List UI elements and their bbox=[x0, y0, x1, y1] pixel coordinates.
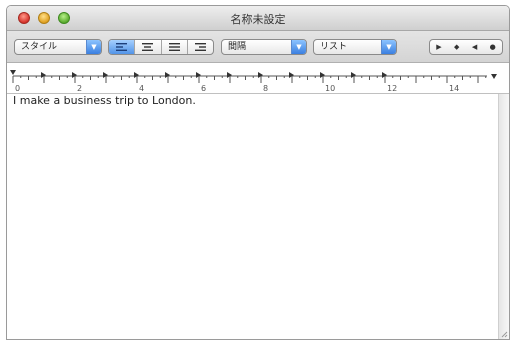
spacing-popup[interactable]: 間隔 ▼ bbox=[221, 39, 307, 55]
format-toolbar: スタイル ▼ 間隔 ▼ リスト ▼ ▶ ◆ ◀ ● bbox=[7, 31, 509, 63]
circle-icon[interactable]: ● bbox=[490, 43, 496, 51]
text-edit-window: 名称未設定 スタイル ▼ 間隔 ▼ リスト ▼ ▶ ◆ ◀ ● 0 2 4 6 … bbox=[6, 5, 510, 340]
list-popup[interactable]: リスト ▼ bbox=[313, 39, 397, 55]
ruler-label: 14 bbox=[449, 84, 459, 93]
title-bar[interactable]: 名称未設定 bbox=[7, 6, 509, 31]
style-popup[interactable]: スタイル ▼ bbox=[14, 39, 102, 55]
align-justify-icon bbox=[168, 43, 180, 51]
style-popup-label: スタイル bbox=[21, 42, 58, 52]
ruler-label: 0 bbox=[15, 84, 20, 93]
align-right-icon bbox=[194, 43, 206, 51]
ruler-label: 12 bbox=[387, 84, 397, 93]
ruler-label: 2 bbox=[77, 84, 82, 93]
ruler-label: 6 bbox=[201, 84, 206, 93]
window-title: 名称未設定 bbox=[230, 13, 286, 26]
ruler-label: 4 bbox=[139, 84, 144, 93]
alignment-control bbox=[108, 39, 214, 55]
ruler-label: 8 bbox=[263, 84, 268, 93]
align-justify-button[interactable] bbox=[162, 40, 188, 54]
tab-stop-buttons: ▶ ◆ ◀ ● bbox=[429, 39, 503, 55]
align-center-icon bbox=[142, 43, 154, 51]
left-indent-marker[interactable] bbox=[10, 70, 16, 75]
vertical-scrollbar[interactable] bbox=[498, 94, 509, 339]
align-left-button[interactable] bbox=[109, 40, 136, 54]
left-triangle-icon[interactable]: ◀ bbox=[472, 43, 477, 51]
document-text: I make a business trip to London. bbox=[13, 94, 196, 107]
align-right-button[interactable] bbox=[188, 40, 213, 54]
list-popup-label: リスト bbox=[320, 42, 348, 52]
right-triangle-icon[interactable]: ▶ bbox=[436, 43, 441, 51]
diamond-icon[interactable]: ◆ bbox=[454, 43, 459, 51]
ruler-label: 10 bbox=[325, 84, 335, 93]
text-area[interactable]: I make a business trip to London. bbox=[7, 94, 498, 339]
ruler-scale: 0 2 4 6 8 10 12 14 bbox=[10, 70, 497, 93]
spacing-popup-label: 間隔 bbox=[228, 42, 247, 52]
right-margin-marker[interactable] bbox=[491, 74, 497, 79]
chevron-down-icon: ▼ bbox=[86, 40, 101, 54]
chevron-down-icon: ▼ bbox=[381, 40, 396, 54]
align-left-icon bbox=[116, 43, 128, 51]
ruler[interactable]: 0 2 4 6 8 10 12 14 bbox=[7, 63, 509, 94]
resize-grip-icon[interactable] bbox=[499, 329, 508, 338]
chevron-down-icon: ▼ bbox=[291, 40, 306, 54]
align-center-button[interactable] bbox=[135, 40, 162, 54]
